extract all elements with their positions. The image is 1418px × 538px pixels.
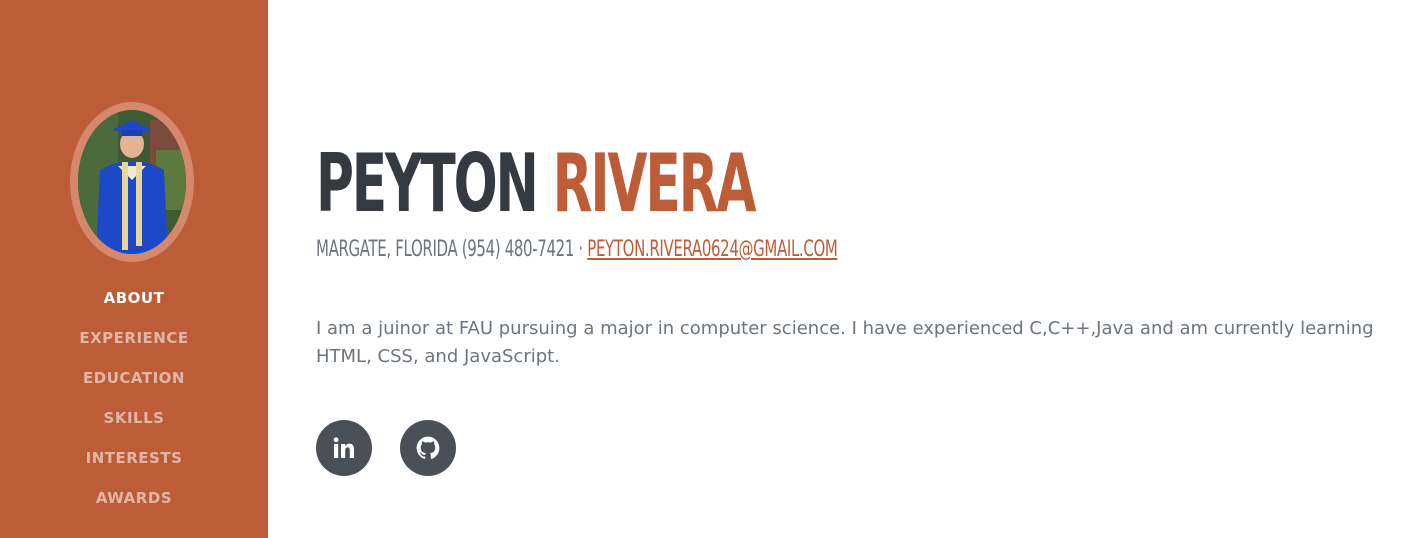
last-name: RIVERA: [552, 137, 757, 230]
nav-item-experience[interactable]: EXPERIENCE: [0, 326, 268, 366]
sidebar: ABOUT EXPERIENCE EDUCATION SKILLS INTERE…: [0, 0, 268, 538]
profile-photo: [78, 110, 186, 254]
location-phone: MARGATE, FLORIDA (954) 480-7421 ·: [316, 237, 588, 262]
first-name: PEYTON: [316, 137, 539, 230]
bio-text: I am a juinor at FAU pursuing a major in…: [316, 318, 1374, 367]
email-link[interactable]: PEYTON.RIVERA0624@GMAIL.COM: [587, 237, 838, 262]
about-section: PEYTON RIVERA MARGATE, FLORIDA (954) 480…: [316, 0, 1406, 538]
contact-subheading: MARGATE, FLORIDA (954) 480-7421 · PEYTON…: [316, 236, 838, 264]
github-button[interactable]: [400, 420, 456, 476]
avatar-frame: [70, 102, 194, 262]
nav-item-about[interactable]: ABOUT: [0, 286, 268, 326]
social-icons: [316, 420, 456, 476]
nav-item-education[interactable]: EDUCATION: [0, 366, 268, 406]
avatar[interactable]: [78, 110, 186, 254]
page-title: PEYTON RIVERA: [316, 137, 757, 230]
linkedin-button[interactable]: [316, 420, 372, 476]
nav-item-skills[interactable]: SKILLS: [0, 406, 268, 446]
nav-item-awards[interactable]: AWARDS: [0, 486, 268, 526]
sidebar-nav: ABOUT EXPERIENCE EDUCATION SKILLS INTERE…: [0, 286, 268, 526]
nav-item-interests[interactable]: INTERESTS: [0, 446, 268, 486]
github-icon: [416, 436, 440, 459]
linkedin-icon: [333, 437, 354, 458]
